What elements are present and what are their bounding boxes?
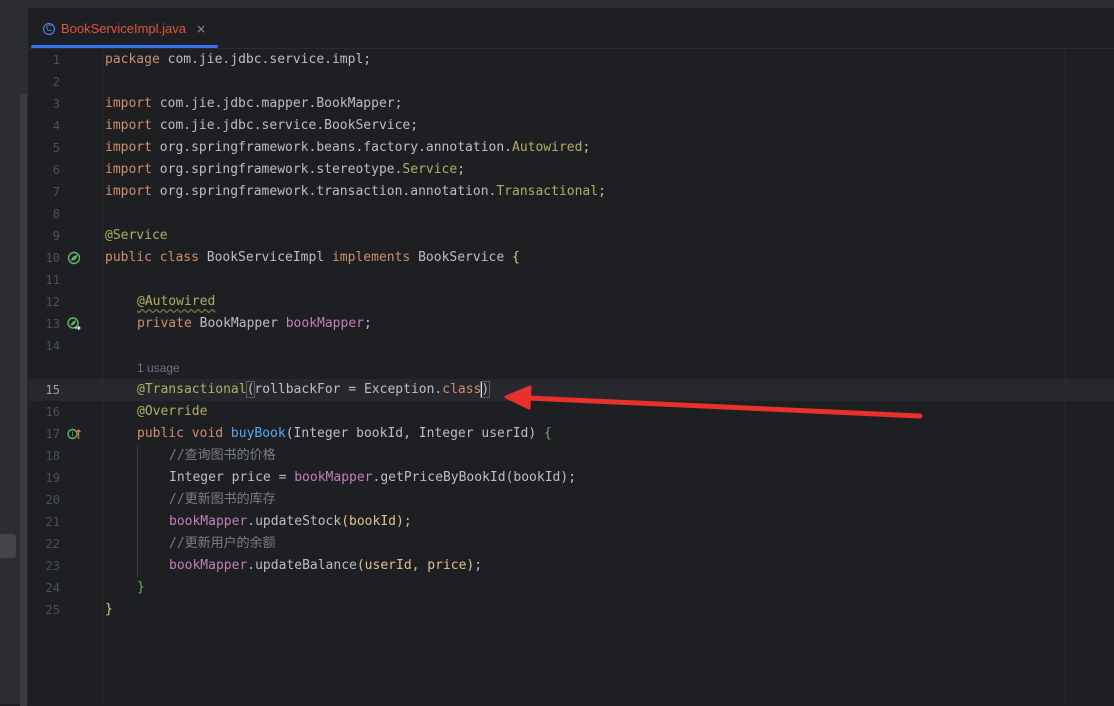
code-line-24: } [137,580,145,595]
tab-label: BookServiceImpl.java [61,21,186,36]
line-number: 24 [45,581,60,595]
code-line-16: @Override [137,404,208,419]
line-number: 23 [45,559,60,573]
line-number: 1 [52,53,60,67]
java-class-icon: C [43,22,55,35]
line-number: 5 [52,141,60,155]
line-number: 10 [45,251,60,265]
line-number: 18 [45,449,60,463]
right-margin-guide [1065,49,1066,704]
usage-hint[interactable]: 1 usage [137,359,180,377]
line-number: 21 [45,515,60,529]
left-scrollbar-thumb[interactable] [0,534,16,558]
indent-guide [137,445,138,577]
implements-method-icon[interactable]: I [67,427,81,441]
code-line-21: bookMapper.updateStock(bookId); [169,514,412,529]
line-number: 14 [45,339,60,353]
line-number: 25 [45,603,60,617]
line-number: 20 [45,493,60,507]
left-scrollbar[interactable] [20,94,27,706]
project-tool-strip [0,8,29,706]
line-number: 9 [52,229,60,243]
code-line-13: private BookMapper bookMapper; [137,316,372,331]
code-line-5: import org.springframework.beans.factory… [105,140,591,155]
code-line-22: //更新用户的余额 [169,536,276,551]
active-tab-indicator [31,45,219,48]
code-line-1: package com.jie.jdbc.service.impl; [105,52,372,67]
code-line-9: @Service [105,228,168,243]
editor-tab-bar: C BookServiceImpl.java × [29,9,1114,49]
line-number: 4 [52,119,60,133]
close-tab-icon[interactable]: × [196,22,206,36]
line-number: 7 [52,185,60,199]
line-number: 3 [52,97,60,111]
editor-tab-bookserviceimpl[interactable]: C BookServiceImpl.java × [31,9,219,48]
line-number: 2 [52,75,60,89]
code-line-6: import org.springframework.stereotype.Se… [105,162,466,177]
line-number: 16 [45,405,60,419]
line-number: 6 [52,163,60,177]
code-line-25: } [105,602,113,617]
svg-text:I: I [71,431,73,439]
code-line-3: import com.jie.jdbc.mapper.BookMapper; [105,96,403,111]
window-top-bar [0,0,1114,9]
line-number: 19 [45,471,60,485]
code-line-19: Integer price = bookMapper.getPriceByBoo… [169,470,577,485]
code-line-23: bookMapper.updateBalance(userId, price); [169,558,483,573]
code-line-4: import com.jie.jdbc.service.BookService; [105,118,419,133]
line-number: 12 [45,295,60,309]
line-number: 13 [45,317,60,331]
code-line-15: @Transactional(rollbackFor = Exception.c… [137,381,491,398]
line-number: 17 [45,427,60,441]
line-number: 22 [45,537,60,551]
line-number: 8 [52,207,60,221]
code-line-17: public void buyBook(Integer bookId, Inte… [137,426,552,441]
code-line-20: //更新图书的库存 [169,492,276,507]
spring-autowired-navigate-icon[interactable] [67,317,81,331]
line-number-gutter[interactable]: 1 2 3 4 5 6 7 8 9 10 11 12 13 14 15 16 17 18 19 20 21 22 23 24 2… [29,49,103,704]
code-line-10: public class BookServiceImpl implements … [105,250,520,265]
code-line-12: @Autowired [137,294,216,309]
code-line-18: //查询图书的价格 [169,448,276,463]
line-number: 15 [45,383,60,397]
code-line-7: import org.springframework.transaction.a… [105,184,606,199]
code-editor[interactable]: package com.jie.jdbc.service.impl; impor… [103,49,1114,704]
line-number: 11 [45,273,60,287]
spring-bean-icon[interactable] [67,251,81,265]
